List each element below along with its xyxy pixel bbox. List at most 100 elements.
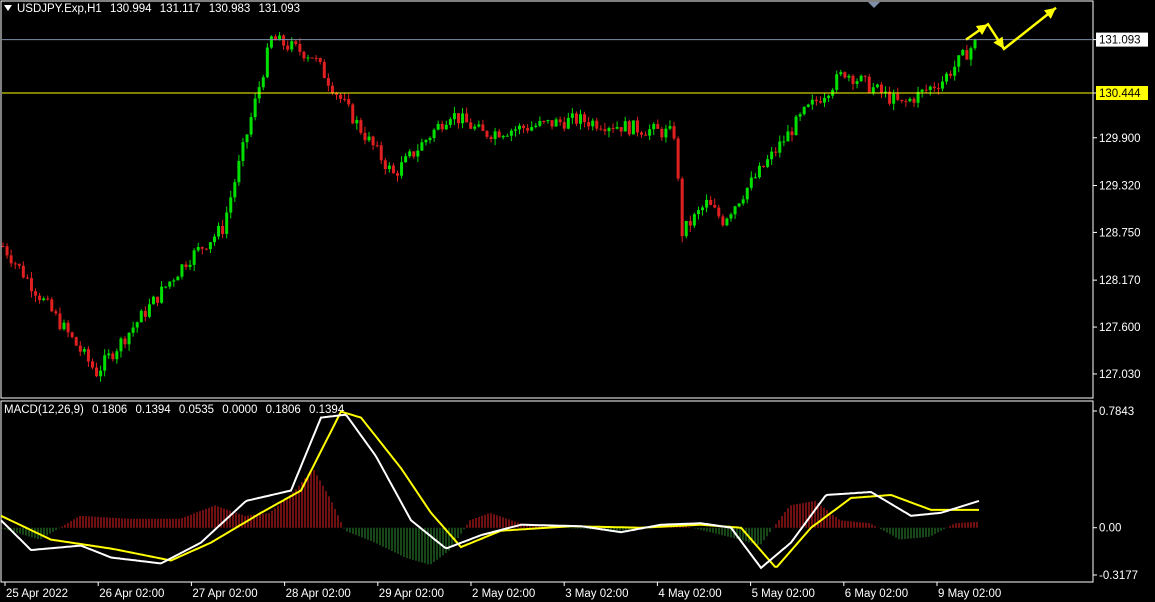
candle-body	[139, 310, 143, 323]
candle-body	[530, 126, 534, 131]
time-tick-label: 6 May 02:00	[845, 588, 908, 600]
candle-body	[359, 120, 363, 133]
candle-body	[611, 128, 615, 130]
candle-body	[355, 120, 359, 124]
candle-body	[387, 165, 391, 170]
price-tick-label: 127.030	[1099, 369, 1141, 381]
price-tick-label: 129.900	[1099, 133, 1141, 145]
candle-body	[306, 57, 310, 59]
candle-body	[558, 119, 562, 123]
candle-body	[867, 76, 871, 93]
candle-body	[375, 145, 379, 147]
candle-body	[664, 128, 668, 138]
candle-body	[676, 138, 680, 179]
candle-body	[261, 77, 265, 88]
candle-body	[1, 246, 5, 248]
price-panel-frame	[0, 0, 1094, 399]
candle-body	[863, 75, 867, 77]
candle-body	[583, 114, 587, 123]
candle-body	[21, 265, 25, 278]
candle-body	[127, 332, 131, 345]
candle-body	[713, 204, 717, 208]
candle-body	[522, 125, 526, 129]
candle-body	[131, 327, 135, 333]
candle-body	[78, 345, 82, 352]
candle-body	[330, 85, 334, 94]
price-tick-label: 129.320	[1099, 181, 1141, 193]
candle-body	[469, 122, 473, 129]
candle-body	[412, 151, 416, 157]
candle-body	[314, 57, 318, 59]
candle-body	[347, 99, 351, 105]
candle-body	[25, 277, 29, 279]
candle-body	[9, 255, 13, 264]
candle-body	[172, 280, 176, 282]
candle-body	[298, 44, 302, 52]
price-tick-label: 127.600	[1099, 322, 1141, 334]
candle-body	[969, 48, 973, 60]
chart-area[interactable]: 131.093 130.444 129.900 129.320 128.750 128.1…	[0, 0, 1155, 602]
candle-body	[635, 120, 639, 133]
candle-body	[932, 86, 936, 89]
time-tick-label: 2 May 02:00	[472, 588, 535, 600]
candle-body	[95, 367, 99, 377]
candle-body	[245, 134, 249, 143]
candle-body	[111, 353, 115, 360]
candle-body	[294, 41, 298, 45]
candle-body	[351, 104, 355, 124]
candle-body	[806, 104, 810, 107]
candle-body	[904, 101, 908, 103]
candle-body	[367, 136, 371, 141]
candle-body	[416, 150, 420, 157]
candle-body	[444, 124, 448, 130]
candle-body	[798, 114, 802, 117]
candle-body	[107, 353, 111, 356]
candle-body	[741, 199, 745, 204]
candle-body	[554, 119, 558, 127]
candle-body	[5, 246, 9, 256]
candle-body	[17, 263, 21, 266]
time-tick-label: 25 Apr 2022	[6, 588, 68, 600]
candle-body	[290, 41, 294, 50]
scroll-marker-icon[interactable]	[868, 2, 880, 8]
candle-body	[432, 129, 436, 138]
candle-body	[660, 128, 664, 138]
candle-body	[566, 117, 570, 129]
time-tick-label: 27 Apr 02:00	[192, 588, 257, 600]
candle-body	[168, 281, 172, 287]
candle-body	[957, 55, 961, 67]
macd-indicator	[0, 410, 980, 570]
candle-body	[615, 127, 619, 129]
candle-body	[924, 89, 928, 91]
candle-body	[851, 75, 855, 85]
candle-body	[656, 124, 660, 129]
candle-body	[782, 141, 786, 143]
candle-body	[794, 116, 798, 136]
candle-body	[42, 298, 46, 301]
candle-body	[542, 121, 546, 123]
candle-body	[233, 182, 237, 198]
candle-body	[513, 129, 517, 131]
candle-body	[721, 216, 725, 226]
candle-body	[497, 131, 501, 138]
forecast-arrowhead-icon	[975, 24, 988, 36]
candle-body	[940, 81, 944, 89]
candle-body	[229, 197, 233, 213]
candle-body	[705, 199, 709, 208]
price-tick-label: 130.444	[1099, 88, 1141, 100]
candle-body	[961, 50, 965, 56]
candle-body	[688, 220, 692, 226]
candle-body	[753, 177, 757, 179]
candle-body	[334, 93, 338, 95]
candle-body	[339, 94, 343, 99]
candle-body	[200, 247, 204, 249]
candle-body	[180, 264, 184, 277]
candle-body	[701, 207, 705, 211]
candle-body	[103, 355, 107, 371]
candle-body	[733, 206, 737, 215]
candle-body	[892, 93, 896, 104]
candle-body	[452, 113, 456, 120]
candle-body	[489, 136, 493, 140]
candle-body	[282, 35, 286, 46]
candle-body	[774, 151, 778, 153]
